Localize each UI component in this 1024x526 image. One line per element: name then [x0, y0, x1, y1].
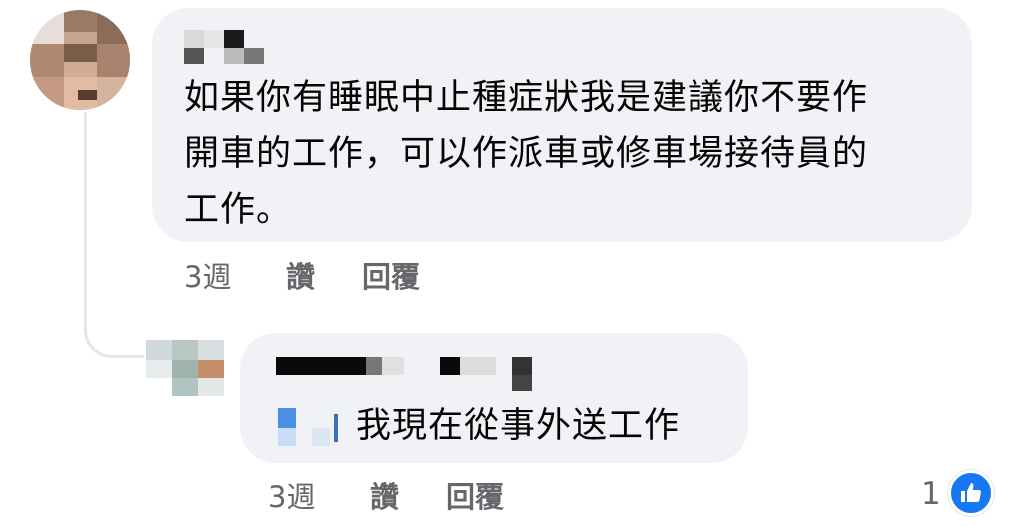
reply-button[interactable]: 回覆 — [362, 254, 420, 296]
reply-connector — [84, 300, 144, 358]
like-button[interactable]: 讚 — [286, 254, 362, 296]
comment-text-line: 如果你有睡眠中止種症狀我是建議你不要作 — [184, 78, 869, 118]
reply-actions: 3週 讚 回覆 — [268, 474, 504, 516]
comment-timestamp[interactable]: 3週 — [184, 254, 286, 296]
avatar[interactable] — [146, 340, 224, 396]
like-button[interactable]: 讚 — [370, 474, 446, 516]
author-name[interactable] — [184, 30, 264, 70]
mention-tag[interactable] — [272, 408, 342, 452]
comment-text-line: 工作。 — [184, 190, 293, 230]
thumbs-up-icon[interactable] — [948, 470, 994, 516]
reaction-count[interactable]: 1 — [921, 476, 941, 512]
comment-text: 如果你有睡眠中止種症狀我是建議你不要作 開車的工作，可以作派車或修車場接待員的 … — [184, 70, 868, 238]
thumbs-up-glyph — [961, 483, 981, 502]
reply-timestamp[interactable]: 3週 — [268, 474, 370, 516]
reply-text: 我現在從事外送工作 — [356, 406, 681, 446]
comment-text-line: 開車的工作，可以作派車或修車場接待員的 — [184, 134, 869, 174]
author-name[interactable] — [276, 357, 532, 397]
avatar[interactable] — [30, 10, 130, 110]
reply-button[interactable]: 回覆 — [446, 474, 504, 516]
comment-actions: 3週 讚 回覆 — [184, 254, 420, 296]
